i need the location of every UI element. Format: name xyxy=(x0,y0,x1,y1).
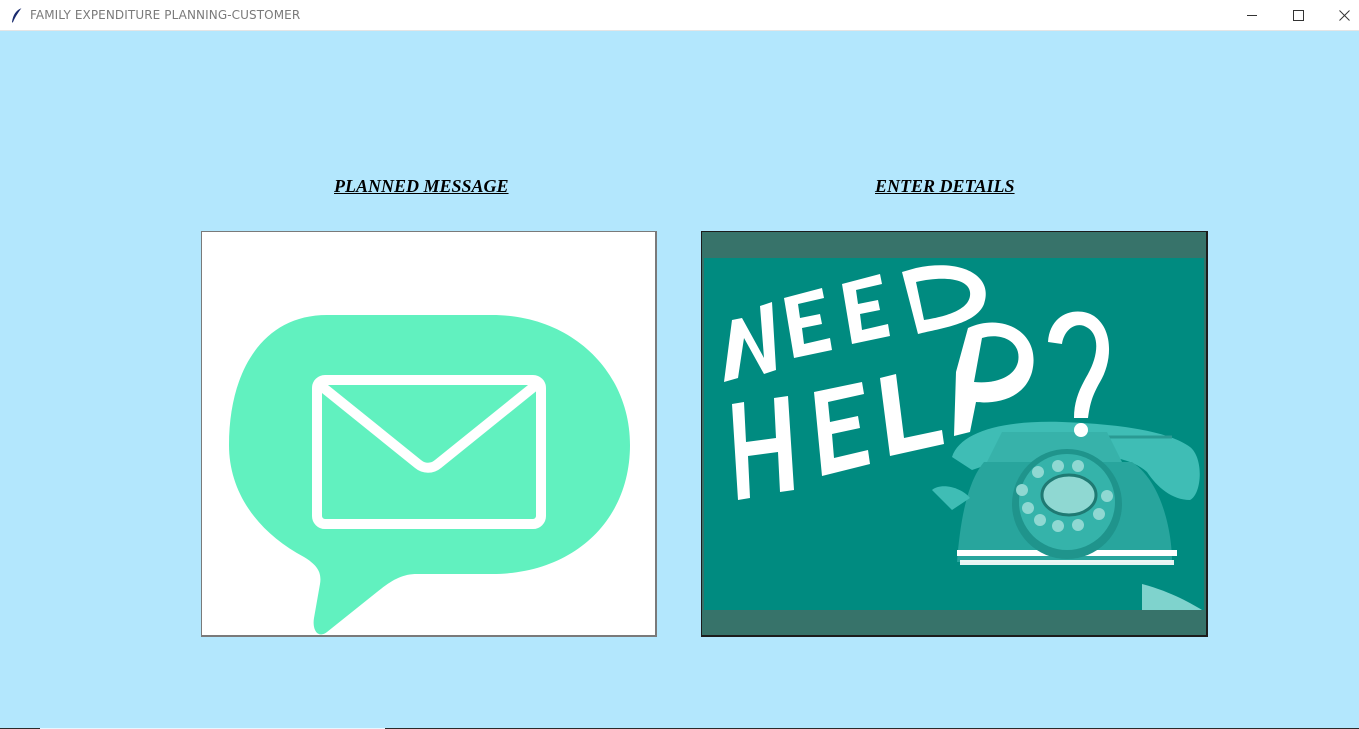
maximize-icon xyxy=(1292,10,1304,21)
need-help-telephone-image xyxy=(702,232,1206,635)
close-icon xyxy=(1338,10,1350,21)
feather-icon xyxy=(10,7,24,24)
envelope-chat-bubble-icon xyxy=(229,315,630,635)
close-button[interactable] xyxy=(1321,0,1359,31)
enter-details-heading: ENTER DETAILS xyxy=(875,176,1015,196)
window-titlebar: FAMILY EXPENDITURE PLANNING-CUSTOMER xyxy=(0,0,1359,31)
maximize-button[interactable] xyxy=(1275,0,1321,31)
minimize-button[interactable] xyxy=(1229,0,1275,31)
window-title: FAMILY EXPENDITURE PLANNING-CUSTOMER xyxy=(30,8,301,22)
planned-message-button[interactable] xyxy=(201,231,657,637)
planned-message-heading: PLANNED MESSAGE xyxy=(334,176,509,196)
minimize-icon xyxy=(1246,15,1257,16)
enter-details-button[interactable] xyxy=(701,231,1208,637)
